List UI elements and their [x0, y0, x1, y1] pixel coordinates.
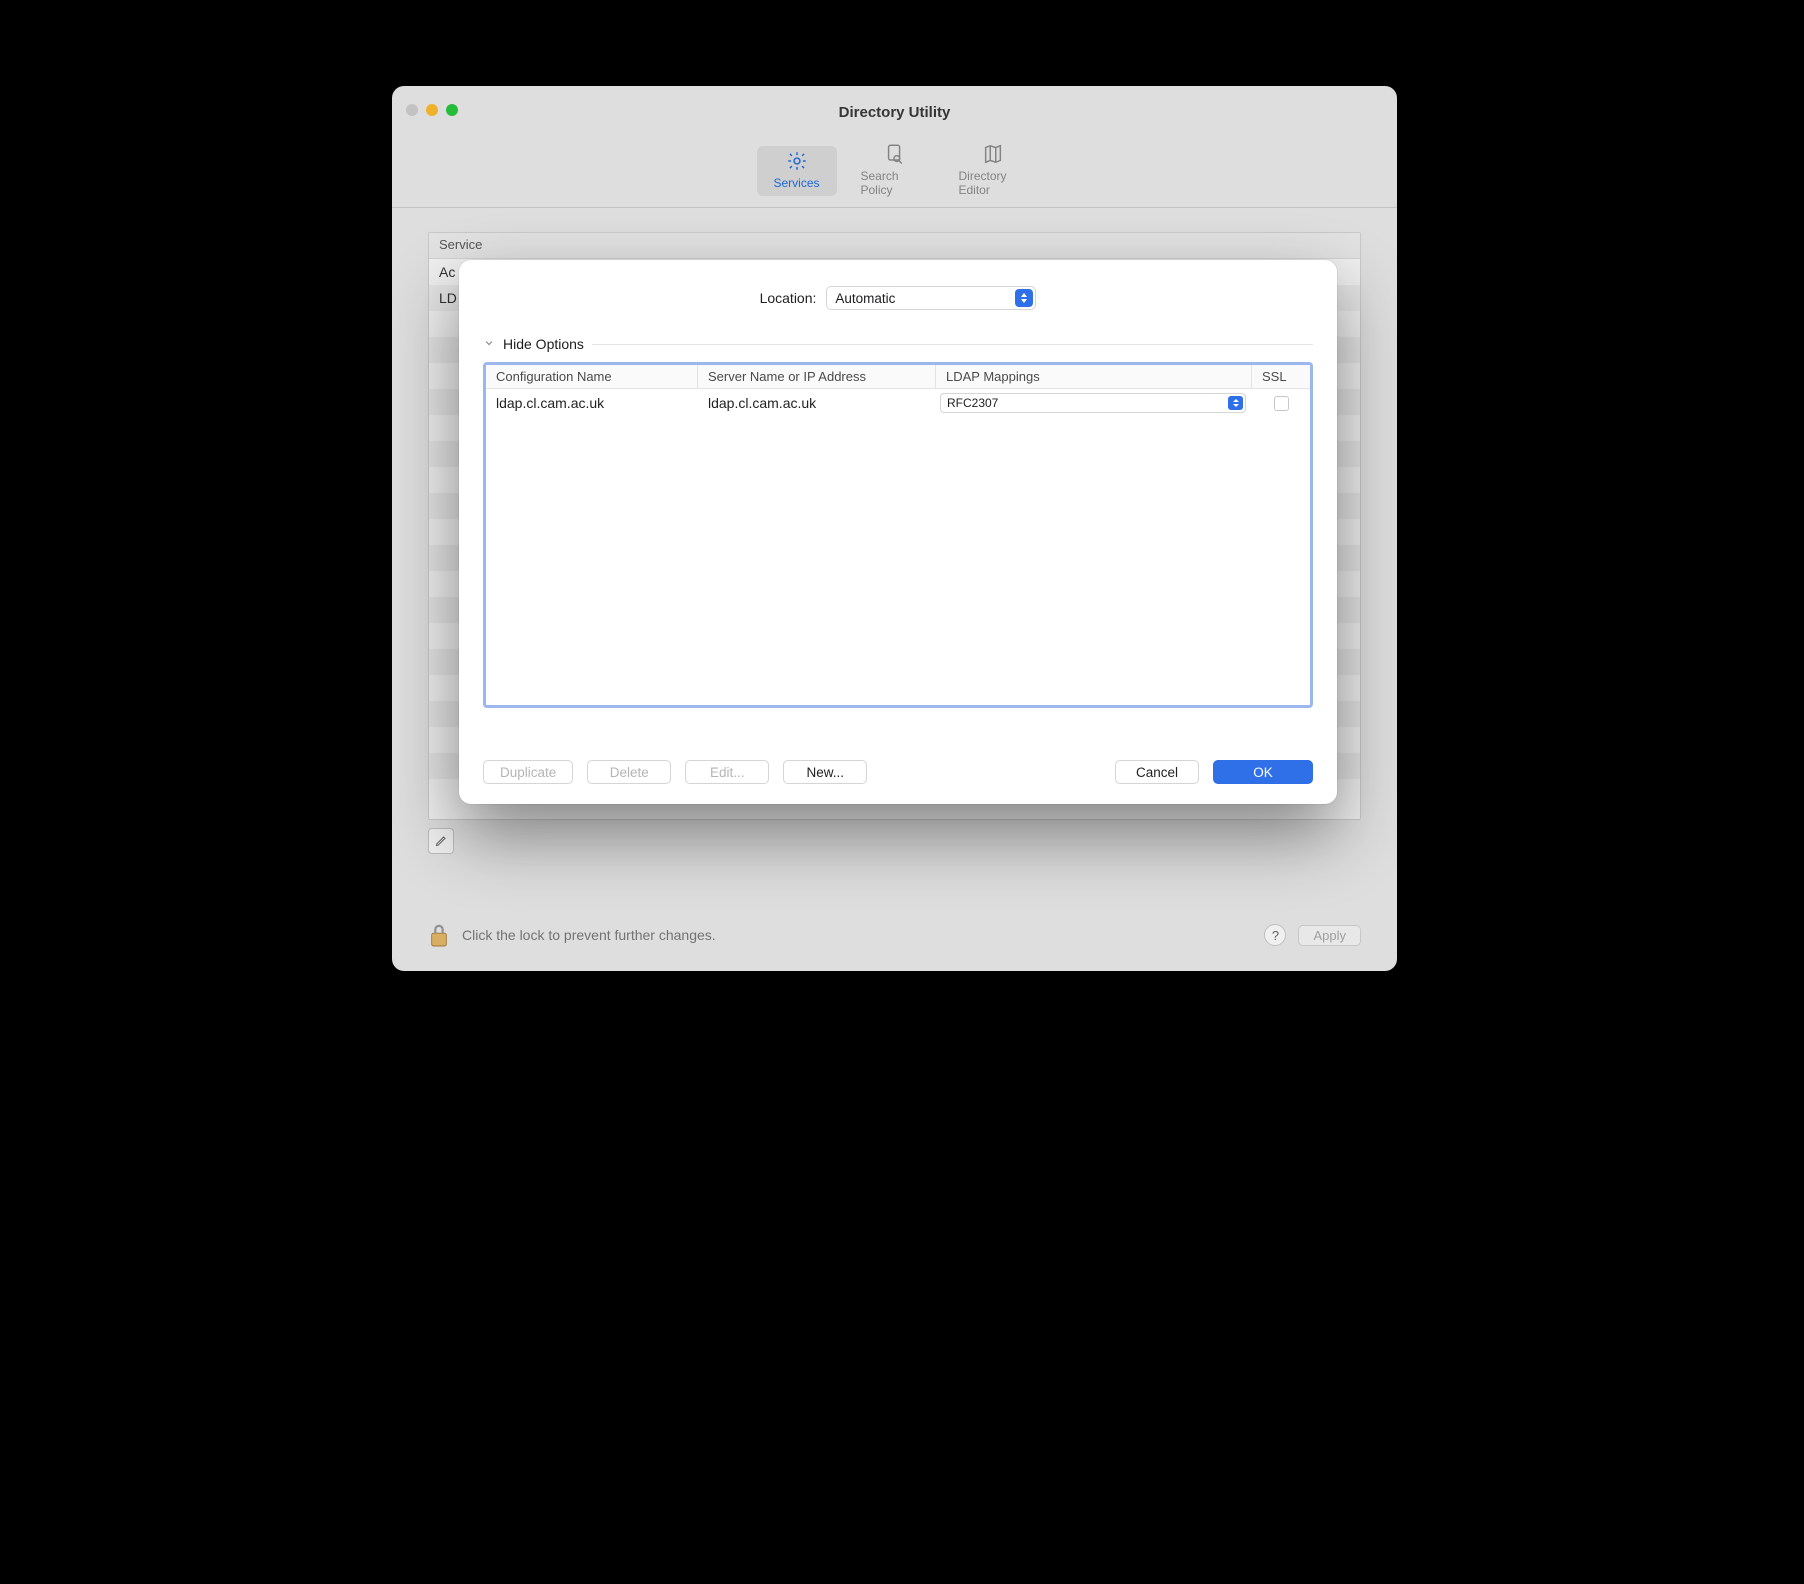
ssl-checkbox[interactable]	[1274, 396, 1289, 411]
chevron-down-icon	[483, 336, 495, 352]
service-header: Service	[429, 233, 1360, 259]
location-value: Automatic	[835, 291, 895, 306]
updown-caret-icon	[1015, 289, 1033, 307]
config-table-header: Configuration Name Server Name or IP Add…	[486, 365, 1310, 389]
footer: Click the lock to prevent further change…	[428, 921, 1361, 949]
edit-button[interactable]: Edit...	[685, 760, 769, 784]
help-button[interactable]: ?	[1264, 924, 1286, 946]
server-cell: ldap.cl.cam.ac.uk	[698, 395, 936, 411]
edit-service-button[interactable]	[428, 828, 454, 854]
ldap-mapping-select[interactable]: RFC2307	[940, 393, 1246, 413]
gear-icon	[785, 150, 809, 172]
apply-button[interactable]: Apply	[1298, 925, 1361, 946]
new-button[interactable]: New...	[783, 760, 867, 784]
title-bar: Directory Utility	[392, 86, 1397, 138]
toolbar: Services Search Policy Directory Editor	[392, 138, 1397, 208]
toolbar-directory-editor-label: Directory Editor	[959, 169, 1027, 197]
col-config-name[interactable]: Configuration Name	[486, 365, 698, 388]
location-select[interactable]: Automatic	[826, 286, 1036, 310]
hide-options-toggle[interactable]: Hide Options	[483, 330, 1313, 352]
close-window-button[interactable]	[406, 104, 418, 116]
cancel-button[interactable]: Cancel	[1115, 760, 1199, 784]
zoom-window-button[interactable]	[446, 104, 458, 116]
pencil-icon	[435, 835, 447, 847]
toolbar-search-policy-label: Search Policy	[861, 169, 929, 197]
delete-button[interactable]: Delete	[587, 760, 671, 784]
col-server[interactable]: Server Name or IP Address	[698, 365, 936, 388]
toolbar-services-label: Services	[773, 176, 819, 190]
config-name-cell: ldap.cl.cam.ac.uk	[486, 395, 698, 411]
config-row[interactable]: ldap.cl.cam.ac.uk ldap.cl.cam.ac.uk RFC2…	[486, 389, 1310, 417]
lock-hint: Click the lock to prevent further change…	[462, 927, 716, 943]
config-table: Configuration Name Server Name or IP Add…	[483, 362, 1313, 708]
window-title: Directory Utility	[392, 104, 1397, 121]
window-controls	[406, 104, 458, 116]
hide-options-label: Hide Options	[503, 336, 584, 352]
ok-button[interactable]: OK	[1213, 760, 1313, 784]
ldap-mapping-value: RFC2307	[947, 396, 998, 410]
minimize-window-button[interactable]	[426, 104, 438, 116]
map-icon	[981, 143, 1005, 165]
ldap-config-sheet: Location: Automatic Hide Options Configu…	[459, 260, 1337, 804]
document-search-icon	[883, 143, 907, 165]
location-label: Location:	[760, 290, 817, 306]
updown-caret-icon	[1228, 396, 1243, 410]
duplicate-button[interactable]: Duplicate	[483, 760, 573, 784]
toolbar-services[interactable]: Services	[757, 146, 837, 196]
col-ssl[interactable]: SSL	[1252, 365, 1310, 388]
toolbar-directory-editor[interactable]: Directory Editor	[953, 139, 1033, 203]
lock-icon[interactable]	[428, 921, 450, 949]
toolbar-search-policy[interactable]: Search Policy	[855, 139, 935, 203]
col-mappings[interactable]: LDAP Mappings	[936, 365, 1252, 388]
